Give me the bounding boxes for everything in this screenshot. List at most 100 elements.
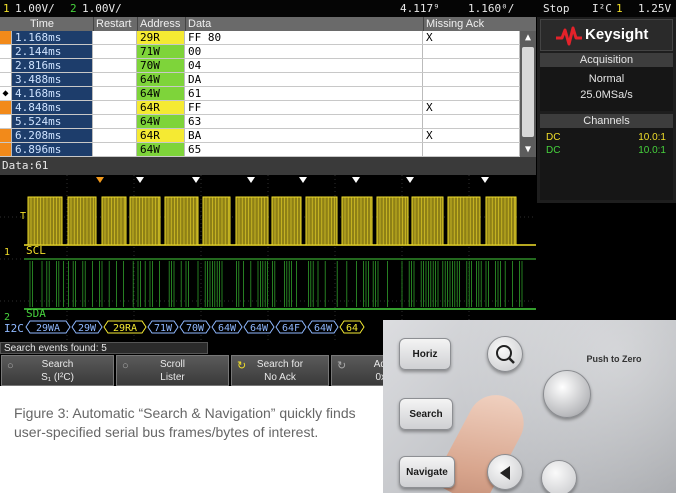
channel-2-coupling: DC bbox=[546, 145, 561, 156]
column-time: Time bbox=[30, 18, 55, 30]
search-button[interactable]: Search bbox=[399, 398, 453, 430]
row-marker bbox=[0, 101, 12, 114]
row-missing-ack bbox=[423, 45, 520, 58]
decode-packet-label: 64F bbox=[282, 323, 300, 334]
navigate-button[interactable]: Navigate bbox=[399, 456, 455, 488]
row-data: FF 80 bbox=[185, 31, 423, 44]
decode-packet-label: 29RA bbox=[113, 323, 137, 334]
lister-table[interactable]: Time Restart Address Data Missing Ack 1.… bbox=[0, 17, 536, 157]
row-time: 1.168ms bbox=[12, 31, 93, 44]
row-missing-ack bbox=[423, 115, 520, 128]
decode-packet-label: 64 bbox=[346, 323, 358, 334]
row-marker bbox=[0, 45, 12, 58]
row-restart bbox=[93, 129, 137, 142]
row-marker bbox=[0, 115, 12, 128]
lister-row[interactable]: 4.848ms 64R FF X bbox=[0, 101, 520, 115]
row-marker bbox=[0, 59, 12, 72]
row-missing-ack: X bbox=[423, 31, 520, 44]
lister-header: Time Restart Address Data Missing Ack bbox=[0, 17, 536, 31]
run-state[interactable]: Stop bbox=[543, 0, 570, 17]
horizontal-delay[interactable]: 4.117⁹ bbox=[400, 0, 440, 17]
lister-row[interactable]: ◆ 4.168ms 64W 61 bbox=[0, 87, 520, 101]
row-address: 64R bbox=[137, 129, 185, 142]
softkey-address[interactable]: ↻ Ad 0x bbox=[331, 355, 391, 386]
channels-panel-title[interactable]: Channels bbox=[540, 114, 673, 128]
row-marker bbox=[0, 143, 12, 156]
row-time: 4.168ms bbox=[12, 87, 93, 100]
brand-name: Keysight bbox=[585, 26, 649, 43]
row-time: 6.896ms bbox=[12, 143, 93, 156]
channel-1-coupling: DC bbox=[546, 132, 561, 143]
channel-2-number[interactable]: 2 bbox=[70, 0, 77, 17]
lister-row[interactable]: 6.896ms 64W 65 bbox=[0, 143, 520, 157]
softkey-indicator-icon: ○ bbox=[122, 360, 129, 372]
row-restart bbox=[93, 143, 137, 156]
column-data: Data bbox=[185, 17, 211, 31]
softkey-scroll-line2: Lister bbox=[160, 372, 185, 383]
softkey-search-source[interactable]: ○ Search S₁ (I²C) bbox=[1, 355, 114, 386]
row-address: 64W bbox=[137, 87, 185, 100]
lister-row[interactable]: 5.524ms 64W 63 bbox=[0, 115, 520, 129]
navigate-back-button[interactable] bbox=[487, 454, 523, 490]
decode-packet-label: 29W bbox=[78, 323, 97, 334]
scroll-down-icon[interactable]: ▼ bbox=[520, 143, 536, 157]
lister-row[interactable]: 2.144ms 71W 00 bbox=[0, 45, 520, 59]
row-missing-ack bbox=[423, 87, 520, 100]
channel-2-probe: 10.0:1 bbox=[638, 145, 666, 156]
zoom-button[interactable] bbox=[487, 336, 523, 372]
trigger-channel[interactable]: 1 bbox=[616, 0, 623, 17]
lister-row[interactable]: 6.208ms 64R BA X bbox=[0, 129, 520, 143]
lister-scrollbar[interactable]: ▲ ▼ bbox=[520, 31, 536, 157]
trigger-level[interactable]: 1.25V bbox=[638, 0, 671, 17]
status-bar: 1 1.00V/ 2 1.00V/ 4.117⁹ 1.160⁰/ Stop I²… bbox=[0, 0, 676, 17]
scroll-thumb[interactable] bbox=[522, 47, 534, 137]
channel-1-scale[interactable]: 1.00V/ bbox=[15, 0, 55, 17]
row-data: 65 bbox=[185, 143, 423, 156]
channel-2-scale[interactable]: 1.00V/ bbox=[82, 0, 122, 17]
timebase-scale[interactable]: 1.160⁰/ bbox=[468, 0, 514, 17]
trigger-type[interactable]: I²C bbox=[592, 0, 612, 17]
column-address: Address bbox=[137, 17, 180, 31]
channel-1-number[interactable]: 1 bbox=[3, 0, 10, 17]
softkey-search-for[interactable]: ↻ Search for No Ack bbox=[231, 355, 329, 386]
row-data: DA bbox=[185, 73, 423, 86]
push-to-zero-label: Push to Zero bbox=[586, 354, 642, 364]
scl-burst bbox=[27, 196, 63, 246]
keysight-wave-icon bbox=[556, 26, 582, 46]
row-restart bbox=[93, 115, 137, 128]
sample-rate: 25.0MSa/s bbox=[580, 89, 633, 101]
decode-packet-label: 64W bbox=[314, 323, 333, 334]
trigger-level-marker[interactable]: T bbox=[20, 211, 26, 222]
row-missing-ack: X bbox=[423, 129, 520, 142]
scroll-up-icon[interactable]: ▲ bbox=[520, 31, 536, 45]
row-restart bbox=[93, 31, 137, 44]
channel-1-ground-marker[interactable]: 1 bbox=[4, 247, 10, 258]
row-missing-ack bbox=[423, 59, 520, 72]
decode-packet-label: 70W bbox=[186, 323, 205, 334]
row-restart bbox=[93, 73, 137, 86]
row-data: BA bbox=[185, 129, 423, 142]
figure-caption: Figure 3: Automatic “Search & Navigation… bbox=[14, 405, 356, 440]
row-marker bbox=[0, 73, 12, 86]
lister-row[interactable]: 1.168ms 29R FF 80 X bbox=[0, 31, 520, 45]
current-row-arrow-icon: ◆ bbox=[0, 87, 12, 100]
row-time: 5.524ms bbox=[12, 115, 93, 128]
horizontal-knob[interactable] bbox=[543, 370, 591, 418]
scl-label: SCL bbox=[26, 244, 46, 257]
channel-2-info: DC 10.0:1 bbox=[546, 145, 670, 157]
softkey-search-line2: S₁ (I²C) bbox=[41, 372, 74, 383]
scl-burst bbox=[164, 196, 199, 246]
navigate-play-button[interactable] bbox=[541, 460, 577, 493]
i2c-decode-bus: 29WA 29W 29RA 71W 70W 64W 64W 64F 64W 64 bbox=[25, 320, 365, 334]
front-panel-photo: Horiz Push to Zero Search Navigate bbox=[383, 320, 676, 493]
softkey-search-line1: Search bbox=[41, 359, 74, 370]
softkey-scroll-lister[interactable]: ○ Scroll Lister bbox=[116, 355, 229, 386]
horiz-button[interactable]: Horiz bbox=[399, 338, 451, 370]
lister-row[interactable]: 2.816ms 70W 04 bbox=[0, 59, 520, 73]
waveform-display[interactable]: 29WA 29W 29RA 71W 70W 64W 64W 64F 64W 64 T 1 SCL … bbox=[0, 175, 536, 343]
acquisition-panel-title[interactable]: Acquisition bbox=[540, 53, 673, 67]
lister-row[interactable]: 3.488ms 64W DA bbox=[0, 73, 520, 87]
row-address: 70W bbox=[137, 59, 185, 72]
decode-packet-label: 64W bbox=[218, 323, 237, 334]
row-address: 64W bbox=[137, 73, 185, 86]
